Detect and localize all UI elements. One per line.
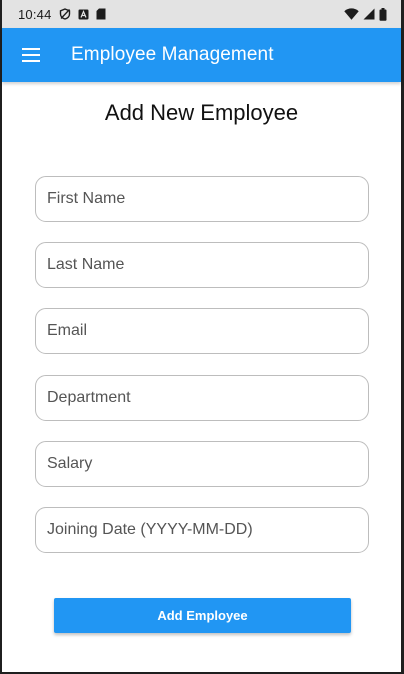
a-icon xyxy=(78,9,89,20)
joining-date-field[interactable] xyxy=(35,507,369,553)
app-bar: Employee Management xyxy=(2,28,401,82)
department-field[interactable] xyxy=(35,375,369,421)
last-name-field[interactable] xyxy=(35,242,369,288)
form-heading: Add New Employee xyxy=(104,100,299,125)
email-field[interactable] xyxy=(35,308,369,354)
menu-icon xyxy=(22,48,40,62)
add-employee-button[interactable]: Add Employee xyxy=(54,598,351,633)
salary-field[interactable] xyxy=(35,441,369,487)
battery-icon xyxy=(379,7,387,21)
sd-card-icon xyxy=(96,8,106,20)
signal-icon xyxy=(363,8,375,20)
app-screen: 10:44 Employee Management Add New Employ… xyxy=(0,0,404,674)
status-time: 10:44 xyxy=(18,6,52,22)
wifi-icon xyxy=(344,8,359,20)
status-left: 10:44 xyxy=(18,7,106,22)
app-title: Employee Management xyxy=(71,44,274,65)
status-right xyxy=(344,7,387,21)
first-name-field[interactable] xyxy=(35,176,369,222)
menu-button[interactable] xyxy=(18,42,44,68)
vpn-icon xyxy=(59,8,71,20)
status-bar: 10:44 xyxy=(2,0,401,28)
